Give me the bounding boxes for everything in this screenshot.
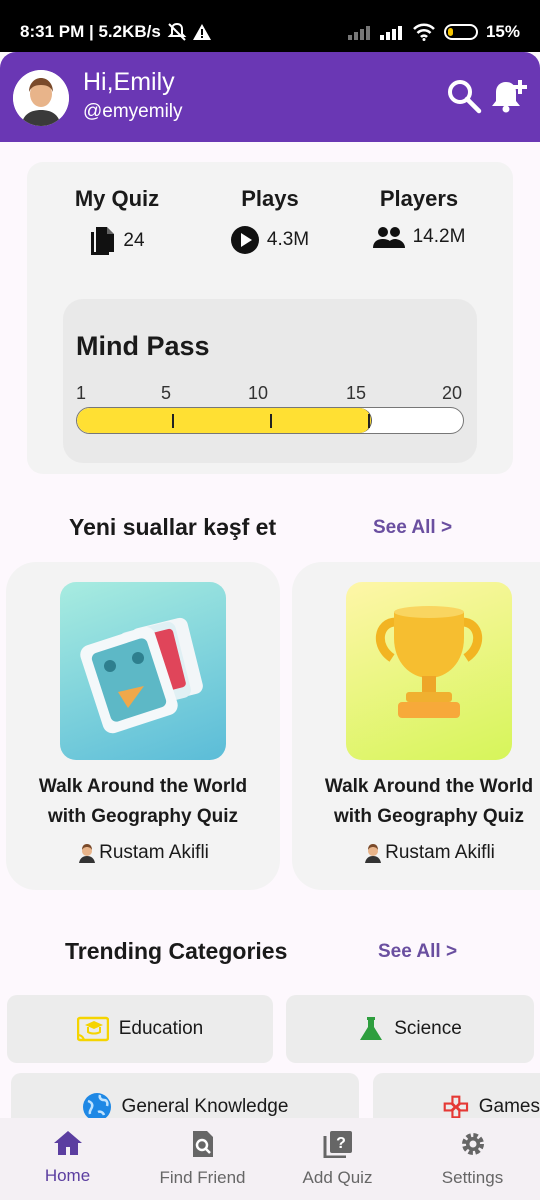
nav-add-quiz[interactable]: ? Add Quiz	[270, 1130, 405, 1188]
nav-home[interactable]: Home	[0, 1130, 135, 1186]
find-friend-icon	[192, 1131, 213, 1157]
category-label: Education	[118, 1018, 204, 1039]
status-time: 8:31 PM | 5.2KB/s	[20, 22, 161, 41]
education-icon	[76, 1016, 109, 1042]
author-name: Rustam Akifli	[385, 842, 495, 863]
stat-label: My Quiz	[74, 186, 160, 211]
stat-value: 14.2M	[412, 226, 466, 247]
stats-card: My Quiz 24 Plays 4.3M Players 14.2M Mind…	[27, 162, 513, 474]
avatar[interactable]	[13, 70, 69, 126]
quiz-author: Rustam Akifli	[6, 842, 280, 864]
battery-level: 15%	[485, 22, 520, 41]
category-label: Science	[394, 1018, 462, 1039]
avatar-icon	[13, 70, 69, 126]
discover-title: Yeni suallar kəşf et	[69, 514, 277, 540]
trending-title: Trending Categories	[65, 938, 288, 964]
document-icon	[91, 227, 115, 255]
category-education[interactable]: Education	[7, 995, 273, 1063]
trending-see-all-link[interactable]: See All >	[378, 941, 457, 963]
nav-label: Home	[44, 1166, 91, 1185]
stat-my-quiz[interactable]: My Quiz 24	[67, 186, 167, 256]
signal-icon	[347, 26, 370, 40]
quiz-card[interactable]: Walk Around the World with Geography Qui…	[6, 562, 280, 890]
category-label: General Knowledge	[121, 1096, 289, 1117]
nav-label: Settings	[441, 1168, 504, 1187]
tick-label: 20	[442, 383, 463, 403]
trophy-icon	[376, 606, 482, 718]
stat-label: Plays	[241, 186, 299, 211]
greeting-block: Hi,Emily @emyemily	[83, 68, 183, 123]
stat-label: Players	[379, 186, 459, 211]
user-handle: @emyemily	[83, 101, 183, 122]
stat-plays[interactable]: Plays 4.3M	[220, 186, 320, 254]
tick-label: 5	[161, 383, 172, 403]
stat-players[interactable]: Players 14.2M	[363, 186, 475, 248]
gamepad-icon	[443, 1095, 469, 1119]
quiz-title-line: Walk Around the World	[324, 776, 534, 797]
stat-value: 24	[123, 230, 145, 251]
bell-off-icon	[167, 22, 187, 41]
tick-label: 10	[248, 383, 269, 403]
category-label: Games	[478, 1096, 540, 1117]
quiz-title-line: with Geography Quiz	[47, 806, 238, 827]
quiz-title: Walk Around the World with Geography Qui…	[6, 772, 280, 832]
nav-label: Add Quiz	[302, 1168, 373, 1187]
search-icon[interactable]	[446, 78, 482, 114]
wifi-icon	[413, 23, 435, 41]
nav-label: Find Friend	[159, 1168, 246, 1187]
mind-pass-progress	[76, 407, 464, 434]
battery-icon	[443, 24, 478, 40]
progress-marker	[172, 414, 174, 428]
author-avatar-icon	[365, 844, 382, 863]
quiz-title-line: Walk Around the World	[38, 776, 248, 797]
flask-icon	[360, 1017, 383, 1040]
app-header: Hi,Emily @emyemily	[0, 52, 540, 142]
home-icon	[53, 1131, 82, 1155]
bottom-navigation: Home Find Friend ? Add Quiz Settings	[0, 1118, 540, 1200]
quiz-card[interactable]: Walk Around the World with Geography Qui…	[292, 562, 540, 890]
tick-label: 1	[76, 383, 87, 403]
quiz-title-line: with Geography Quiz	[333, 806, 524, 827]
svg-text:?: ?	[336, 1135, 346, 1152]
status-bar: 8:31 PM | 5.2KB/s 15%	[0, 0, 540, 52]
quiz-author: Rustam Akifli	[292, 842, 540, 864]
progress-marker	[270, 414, 272, 428]
signal-icon	[379, 26, 402, 40]
tick-label: 15	[346, 383, 367, 403]
cards-illustration-icon	[80, 617, 203, 734]
progress-marker	[368, 414, 370, 428]
progress-fill	[77, 408, 372, 433]
nav-settings[interactable]: Settings	[405, 1130, 540, 1188]
quiz-image	[60, 582, 226, 760]
nav-find-friend[interactable]: Find Friend	[135, 1130, 270, 1188]
author-avatar-icon	[79, 844, 96, 863]
greeting-text: Hi,Emily	[83, 68, 175, 96]
author-name: Rustam Akifli	[99, 842, 209, 863]
notification-add-icon[interactable]	[490, 78, 530, 114]
category-science[interactable]: Science	[286, 995, 534, 1063]
quiz-title: Walk Around the World with Geography Qui…	[292, 772, 540, 832]
mind-pass-scale: 1 5 10 15 20	[76, 383, 464, 405]
quiz-image	[346, 582, 512, 760]
mind-pass-card[interactable]: Mind Pass 1 5 10 15 20	[63, 299, 477, 463]
mind-pass-title: Mind Pass	[76, 331, 210, 361]
add-quiz-icon: ?	[323, 1131, 352, 1158]
gear-icon	[461, 1133, 484, 1155]
warning-icon	[192, 24, 211, 40]
stat-value: 4.3M	[266, 229, 310, 250]
people-icon	[372, 227, 405, 248]
play-circle-icon	[230, 226, 259, 254]
discover-see-all-link[interactable]: See All >	[373, 517, 452, 539]
